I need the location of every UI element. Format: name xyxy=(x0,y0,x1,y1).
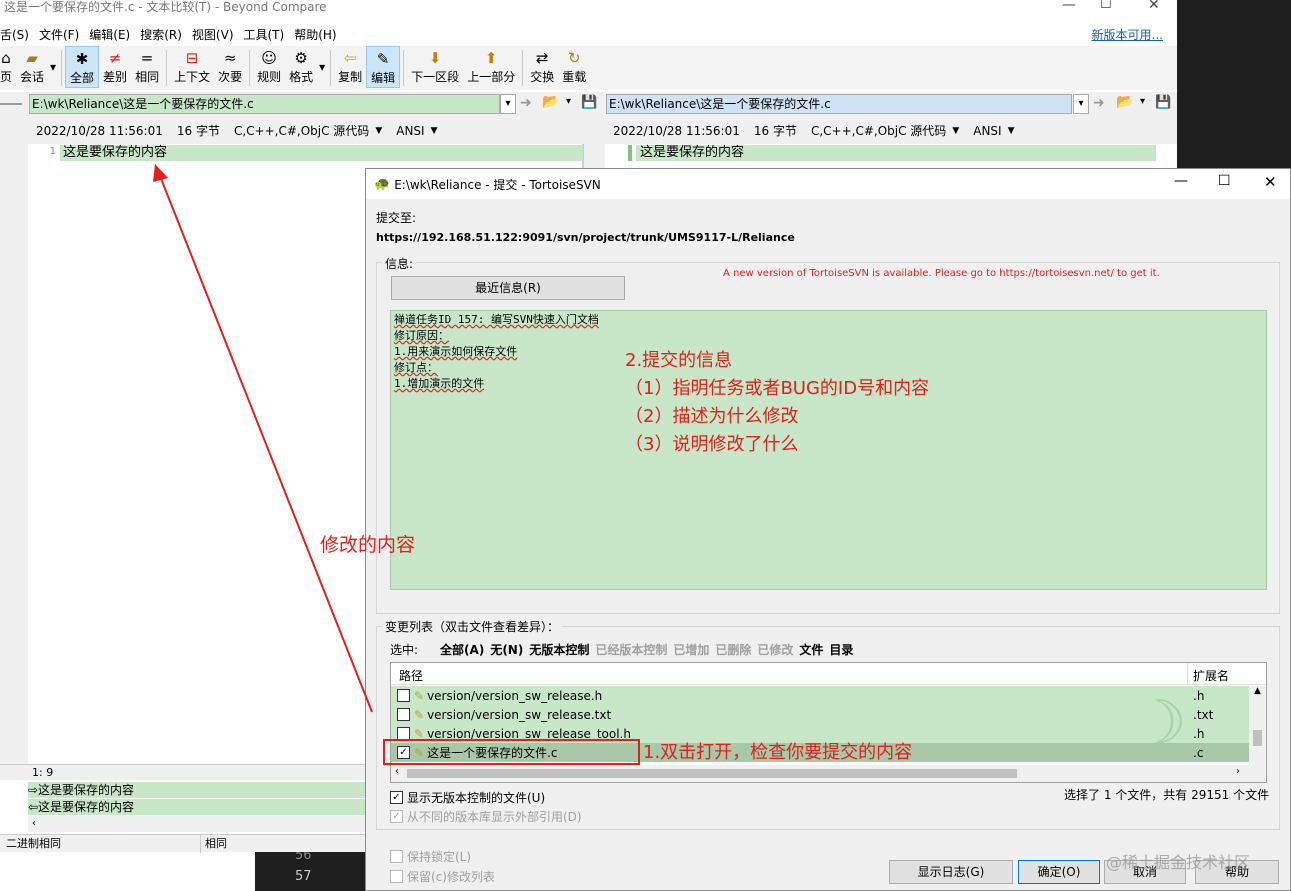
annotation-info-title: 2.提交的信息 xyxy=(625,350,733,371)
arrow-line xyxy=(159,175,373,713)
arrow-head xyxy=(153,164,168,182)
highlight-box xyxy=(383,739,640,765)
annotation-modified: 修改的内容 xyxy=(320,534,416,556)
annotation-info: 2.提交的信息 （1）指明任务或者BUG的ID号和内容 （2）描述为什么修改 （… xyxy=(625,347,929,459)
annotation-info-3: （3）说明修改了什么 xyxy=(625,434,799,455)
annotation-info-1: （1）指明任务或者BUG的ID号和内容 xyxy=(625,378,930,399)
annotation-info-2: （2）描述为什么修改 xyxy=(625,406,799,427)
annotation-step1: 1.双击打开，检查你要提交的内容 xyxy=(643,742,913,763)
